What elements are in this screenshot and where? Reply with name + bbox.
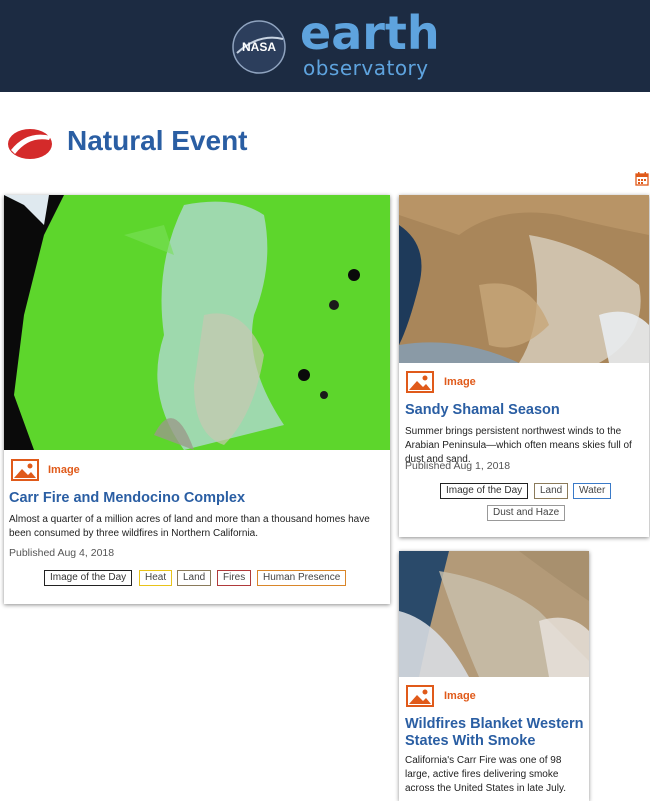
nasa-text: NASA	[242, 40, 276, 54]
calendar-icon[interactable]	[635, 172, 649, 186]
tag-fires[interactable]: Fires	[217, 570, 252, 586]
tag-image-of-the-day[interactable]: Image of the Day	[44, 570, 133, 586]
article-description: Almost a quarter of a million acres of l…	[9, 514, 370, 539]
content-type-label: Image	[48, 464, 80, 476]
sandy-shamal-satellite-image[interactable]	[399, 195, 649, 363]
tag-land[interactable]: Land	[177, 570, 212, 586]
article-title[interactable]: Carr Fire and Mendocino Complex	[9, 490, 385, 507]
wildfires-satellite-image[interactable]	[399, 551, 589, 677]
tag-heat[interactable]: Heat	[139, 570, 173, 586]
tag-human-presence[interactable]: Human Presence	[257, 570, 347, 586]
nasa-logo-icon[interactable]: NASA	[231, 19, 287, 75]
tag-dust-and-haze[interactable]: Dust and Haze	[487, 505, 566, 521]
tag-land[interactable]: Land	[534, 483, 569, 499]
tag-image-of-the-day[interactable]: Image of the Day	[440, 483, 529, 499]
tag-water[interactable]: Water	[573, 483, 612, 499]
article-card-wildfires-western-states[interactable]: Image Wildfires Blanket Western States W…	[399, 551, 589, 801]
carr-fire-satellite-image[interactable]	[4, 195, 390, 450]
logo-earth[interactable]: earth	[300, 8, 440, 58]
article-card-sandy-shamal[interactable]: Image Sandy Shamal Season Summer brings …	[399, 195, 649, 537]
article-card-carr-fire[interactable]: Image Carr Fire and Mendocino Complex Al…	[4, 195, 390, 604]
publish-date: Published Aug 1, 2018	[405, 460, 511, 472]
article-description: California's Carr Fire was one of 98 lar…	[405, 755, 567, 794]
image-type-icon	[406, 685, 434, 707]
site-header: NASA earth observatory	[0, 0, 650, 92]
image-type-icon	[11, 459, 39, 481]
logo-observatory[interactable]: observatory	[303, 57, 429, 79]
image-type-icon	[406, 371, 434, 393]
article-title[interactable]: Wildfires Blanket Western States With Sm…	[405, 716, 587, 750]
natural-event-icon	[8, 129, 52, 159]
publish-date: Published Aug 4, 2018	[9, 547, 115, 559]
content-type-label: Image	[444, 376, 476, 388]
content-type-label: Image	[444, 690, 476, 702]
page-title: Natural Event	[67, 125, 248, 156]
article-title[interactable]: Sandy Shamal Season	[405, 402, 645, 419]
